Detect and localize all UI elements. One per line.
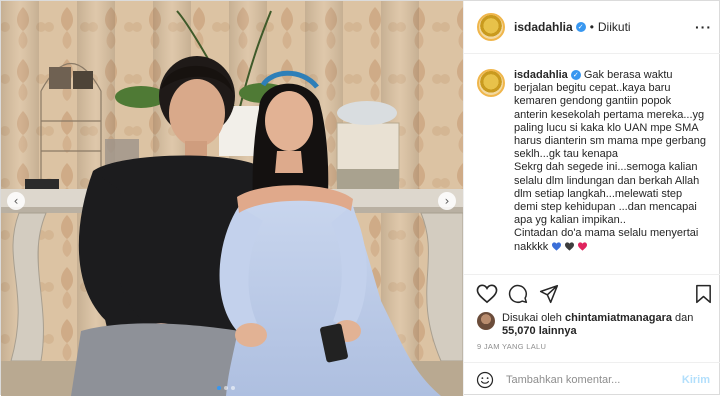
- carousel-dot: [224, 386, 228, 390]
- share-icon[interactable]: [539, 284, 559, 304]
- caption-text: Gak berasa waktu berjalan begitu cepat..…: [514, 69, 706, 253]
- author-avatar[interactable]: [477, 13, 505, 41]
- likes-summary: Disukai oleh chintamiatmanagara dan 55,0…: [477, 312, 712, 338]
- carousel-dot: [217, 386, 221, 390]
- verified-badge-icon: ✓: [570, 70, 581, 81]
- likes-text: Disukai oleh chintamiatmanagara dan 55,0…: [502, 312, 712, 338]
- post-details-panel: isdadahlia ✓ • Diikuti ··· isdadahlia ✓ G…: [463, 1, 720, 396]
- bookmark-icon[interactable]: [695, 284, 712, 304]
- next-slide-button[interactable]: ›: [438, 192, 456, 210]
- liker-avatar[interactable]: [477, 312, 495, 330]
- heart-emoji-icon: [565, 242, 575, 251]
- caption-author-avatar[interactable]: [477, 69, 505, 97]
- likes-count[interactable]: 55,070 lainnya: [502, 325, 577, 337]
- caption-body: isdadahlia ✓ Gak berasa waktu berjalan be…: [514, 69, 707, 254]
- likes-conjunction: dan: [675, 312, 694, 324]
- chevron-left-icon: ‹: [13, 194, 19, 208]
- heart-icon[interactable]: [476, 284, 498, 304]
- verified-badge-icon: ✓: [575, 22, 586, 32]
- comment-icon[interactable]: [508, 284, 528, 304]
- photo-illustration: [1, 1, 463, 396]
- send-comment-button[interactable]: Kirim: [682, 374, 710, 386]
- carousel-indicator: [217, 386, 235, 390]
- comments-section[interactable]: isdadahlia ✓ Gak berasa waktu berjalan be…: [464, 54, 720, 274]
- post-dialog: ‹ › isdadahlia ✓ • Diikuti ··· isdadahli…: [0, 0, 720, 396]
- comment-input[interactable]: [506, 373, 666, 386]
- post-photo[interactable]: ‹ ›: [1, 1, 463, 396]
- post-header: isdadahlia ✓ • Diikuti ···: [464, 1, 720, 54]
- emoji-icon[interactable]: [476, 371, 494, 389]
- add-comment-bar: Kirim: [464, 362, 720, 396]
- heart-emoji-icon: [578, 242, 588, 251]
- chevron-right-icon: ›: [444, 194, 450, 208]
- liker-username[interactable]: chintamiatmanagara: [565, 312, 672, 324]
- likes-prefix: Disukai oleh: [502, 312, 562, 324]
- post-timestamp[interactable]: 9 JAM YANG LALU: [477, 342, 546, 351]
- author-username[interactable]: isdadahlia: [514, 20, 573, 34]
- heart-emoji-icon: [552, 242, 562, 251]
- previous-slide-button[interactable]: ‹: [7, 192, 25, 210]
- caption: isdadahlia ✓ Gak berasa waktu berjalan be…: [477, 69, 709, 254]
- carousel-dot: [231, 386, 235, 390]
- follow-status-button[interactable]: Diikuti: [598, 20, 631, 34]
- caption-username[interactable]: isdadahlia: [514, 69, 568, 81]
- more-options-icon[interactable]: ···: [695, 19, 712, 35]
- separator-dot: •: [589, 20, 594, 34]
- caption-heart-emojis: [551, 241, 590, 253]
